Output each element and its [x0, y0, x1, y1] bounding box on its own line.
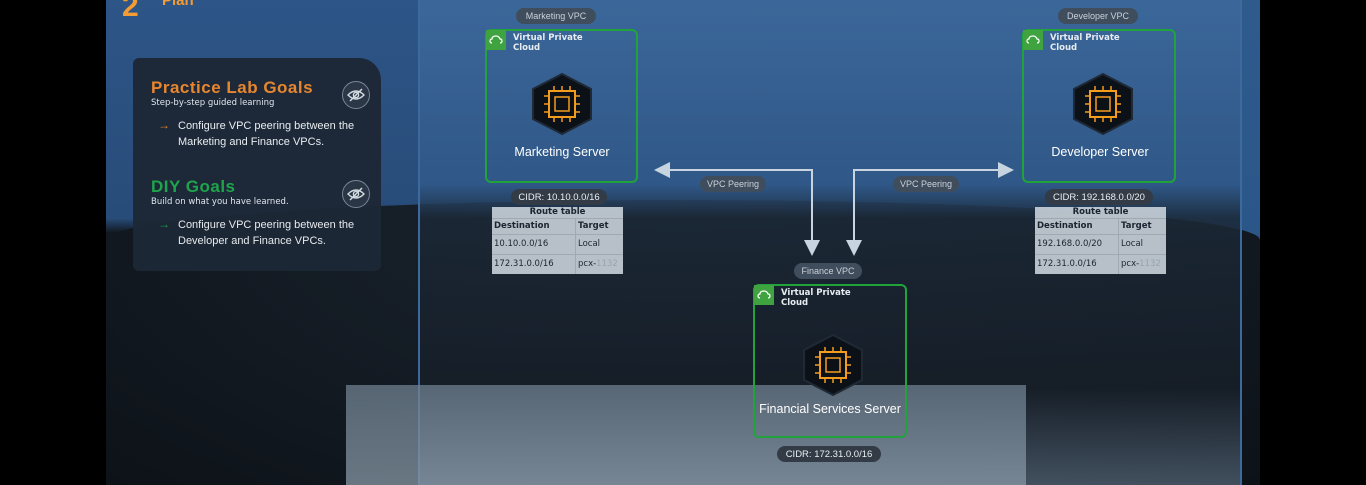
developer-route-table: Route table Destination Target 192.168.0.…	[1035, 207, 1166, 274]
route-table-header-target: Target	[1121, 221, 1152, 231]
finance-server-name: Financial Services Server	[759, 402, 901, 416]
route-table-header-destination: Destination	[1035, 219, 1119, 234]
route-destination: 192.168.0.0/20	[1035, 235, 1119, 254]
route-target: pcx-1132	[578, 259, 618, 269]
marketing-route-table: Route table Destination Target 10.10.0.0/…	[492, 207, 623, 274]
route-destination: 172.31.0.0/16	[1035, 255, 1119, 274]
vpc-label: Virtual Private Cloud	[513, 33, 583, 53]
chip-icon	[803, 333, 863, 397]
chip-icon	[532, 72, 592, 136]
route-target: Local	[578, 239, 601, 249]
marketing-cidr: CIDR: 10.10.0.0/16	[511, 189, 607, 205]
cloud-icon	[486, 30, 506, 50]
route-target: Local	[1121, 239, 1144, 249]
vpc-peering-label-right: VPC Peering	[893, 176, 959, 192]
marketing-vpc[interactable]: Virtual Private Cloud Marketing Server	[485, 29, 638, 183]
cloud-icon	[754, 285, 774, 305]
route-table-title: Route table	[529, 207, 586, 217]
finance-cidr: CIDR: 172.31.0.0/16	[777, 446, 881, 462]
vpc-peering-label-left: VPC Peering	[700, 176, 766, 192]
route-table-header-destination: Destination	[492, 219, 576, 234]
chip-icon	[1073, 72, 1133, 136]
vpc-label: Virtual Private Cloud	[1050, 33, 1120, 53]
developer-vpc-tag: Developer VPC	[1058, 8, 1138, 24]
vpc-label: Virtual Private Cloud	[781, 288, 851, 308]
finance-vpc-tag: Finance VPC	[794, 263, 862, 279]
route-target: pcx-1132	[1121, 259, 1161, 269]
marketing-server-name: Marketing Server	[514, 145, 610, 159]
developer-vpc[interactable]: Virtual Private Cloud Developer Server	[1022, 29, 1176, 183]
route-destination: 172.31.0.0/16	[492, 255, 576, 274]
route-table-title: Route table	[1072, 207, 1129, 217]
developer-cidr: CIDR: 192.168.0.0/20	[1045, 189, 1153, 205]
finance-vpc[interactable]: Virtual Private Cloud Financial Services…	[753, 284, 907, 438]
developer-server-name: Developer Server	[1051, 145, 1149, 159]
route-table-header-target: Target	[578, 221, 609, 231]
cloud-icon	[1023, 30, 1043, 50]
route-destination: 10.10.0.0/16	[492, 235, 576, 254]
marketing-vpc-tag: Marketing VPC	[516, 8, 596, 24]
